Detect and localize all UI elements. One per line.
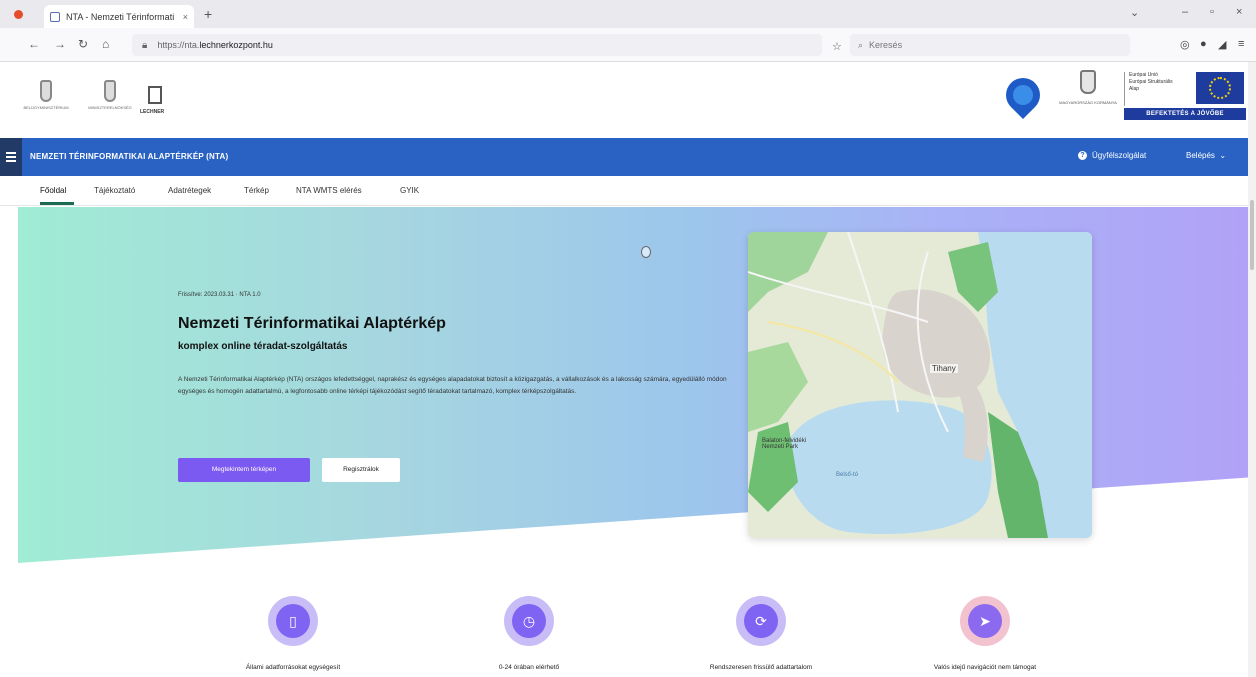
hu-gov-caption: MAGYARORSZÁG KORMÁNYA bbox=[1059, 100, 1117, 105]
lechner-logo-caption: LECHNER bbox=[140, 109, 165, 115]
feature-item: ◷ 0-24 órában elérhető bbox=[414, 596, 644, 671]
browser-navbar: ← → ↻ ⌂ 🔒︎ https://nta.lechnerkozpont.hu… bbox=[0, 28, 1256, 62]
eu-text-line: Európai Unió bbox=[1129, 72, 1158, 78]
login-menu[interactable]: Belépés ⌄ bbox=[1186, 151, 1226, 160]
search-icon: ⌕ bbox=[858, 39, 864, 50]
feature-icon-circle: ➤ bbox=[960, 596, 1010, 646]
eu-text-line: Alap bbox=[1129, 86, 1140, 92]
ministry-logo-1[interactable]: BELÜGYMINISZTÉRIUM bbox=[16, 80, 76, 110]
feature-item: ➤ Valós idejű navigációt nem támogat bbox=[870, 596, 1100, 671]
feature-label: Állami adatforrásokat egységesít bbox=[245, 664, 341, 671]
map-city-label: Tihany bbox=[930, 364, 958, 373]
bookmark-star-icon[interactable]: ☆ bbox=[832, 40, 842, 53]
map-lake-label: Belső-tó bbox=[836, 472, 859, 478]
site-header: BELÜGYMINISZTÉRIUM MINISZTERELNÖKSÉG LEC… bbox=[0, 62, 1256, 138]
refresh-icon: ⟳ bbox=[744, 604, 778, 638]
feature-label: Rendszeresen frissülő adattartalom bbox=[709, 664, 813, 671]
feature-icon-circle: ▯ bbox=[268, 596, 318, 646]
tab-list-chevron-icon[interactable]: ⌄ bbox=[1130, 6, 1139, 19]
map-graphic bbox=[748, 232, 1092, 538]
help-icon: ? bbox=[1078, 151, 1087, 160]
tab-faq[interactable]: GYIK bbox=[400, 186, 419, 195]
url-text: https://nta.lechnerkozpont.hu bbox=[157, 40, 273, 50]
extension-icon[interactable]: ◢ bbox=[1218, 38, 1226, 51]
hero-subtitle: komplex online téradat-szolgáltatás bbox=[178, 341, 348, 352]
reload-icon[interactable]: ↻ bbox=[78, 37, 88, 51]
coat-of-arms-icon bbox=[104, 80, 116, 102]
lock-icon: 🔒︎ bbox=[142, 39, 148, 51]
active-tab-indicator bbox=[40, 202, 74, 205]
coat-of-arms-icon bbox=[1080, 70, 1096, 94]
menu-icon[interactable]: ≡ bbox=[1238, 38, 1244, 50]
help-label: Ügyfélszolgálat bbox=[1092, 151, 1147, 160]
page-scrollbar-thumb[interactable] bbox=[1250, 200, 1254, 270]
close-window-icon[interactable]: × bbox=[1236, 6, 1242, 18]
feature-icon-circle: ◷ bbox=[504, 596, 554, 646]
tab-info[interactable]: Tájékoztató bbox=[94, 186, 135, 195]
feature-item: ▯ Állami adatforrásokat egységesít bbox=[178, 596, 408, 671]
app-title[interactable]: NEMZETI TÉRINFORMATIKAI ALAPTÉRKÉP (NTA) bbox=[30, 152, 228, 161]
update-info: Frissítve: 2023.03.31 · NTA 1.0 bbox=[178, 292, 261, 298]
minimize-icon[interactable]: – bbox=[1182, 6, 1188, 18]
view-map-button[interactable]: Megtekintem térképen bbox=[178, 458, 310, 482]
hungarian-government-logo: MAGYARORSZÁG KORMÁNYA bbox=[1058, 70, 1118, 105]
book-icon: ▯ bbox=[276, 604, 310, 638]
hero-description: A Nemzeti Térinformatikai Alaptérkép (NT… bbox=[178, 376, 727, 395]
account-icon[interactable]: ● bbox=[1200, 38, 1207, 50]
pocket-icon[interactable]: ◎ bbox=[1180, 38, 1190, 51]
page-scrollbar[interactable] bbox=[1248, 62, 1256, 677]
browser-tab-title: NTA - Nemzeti Térinformati bbox=[66, 11, 175, 22]
eu-funding-logo: Európai Unió Európai Strukturális Alap B… bbox=[1124, 72, 1246, 122]
tab-close-icon[interactable]: × bbox=[183, 12, 188, 22]
eu-text-line: Európai Strukturális bbox=[1129, 79, 1173, 85]
browser-tab[interactable]: NTA - Nemzeti Térinformati × bbox=[44, 5, 194, 28]
page-tabs: Főoldal Tájékoztató Adatrétegek Térkép N… bbox=[0, 176, 1248, 206]
login-label: Belépés bbox=[1186, 151, 1215, 160]
hero-title: Nemzeti Térinformatikai Alaptérkép bbox=[178, 315, 446, 332]
chevron-down-icon: ⌄ bbox=[1217, 151, 1227, 160]
feature-icon-circle: ⟳ bbox=[736, 596, 786, 646]
browser-tabstrip: NTA - Nemzeti Térinformati × + ⌄ – ▫ × bbox=[0, 0, 1256, 28]
help-link[interactable]: ? Ügyfélszolgálat bbox=[1078, 151, 1146, 160]
lechner-logo-icon[interactable] bbox=[148, 86, 162, 104]
tab-home[interactable]: Főoldal bbox=[40, 186, 66, 195]
feature-label: 0-24 órában elérhető bbox=[498, 664, 560, 671]
favicon-icon bbox=[50, 11, 60, 22]
ministry-1-caption: BELÜGYMINISZTÉRIUM bbox=[23, 105, 69, 110]
eu-banner: BEFEKTETÉS A JÖVŐBE bbox=[1124, 108, 1246, 120]
feature-label: Valós idejű navigációt nem támogat bbox=[933, 664, 1037, 671]
search-input[interactable]: ⌕ Keresés bbox=[850, 34, 1130, 56]
clock-icon: ◷ bbox=[512, 604, 546, 638]
back-icon[interactable]: ← bbox=[28, 37, 40, 51]
map-park-label: Balaton-felvidéki Nemzeti Park bbox=[762, 438, 807, 450]
browser-logo-icon bbox=[14, 10, 23, 19]
map-preview[interactable]: Tihany Balaton-felvidéki Nemzeti Park Be… bbox=[748, 232, 1092, 538]
mouse-cursor-icon bbox=[641, 246, 651, 258]
eu-text: Európai Unió Európai Strukturális Alap bbox=[1124, 72, 1190, 106]
ministry-logo-2[interactable]: MINISZTERELNÖKSÉG bbox=[80, 80, 140, 110]
tab-data-layers[interactable]: Adatrétegek bbox=[168, 186, 211, 195]
new-tab-icon[interactable]: + bbox=[204, 6, 212, 22]
nta-location-pin-icon[interactable] bbox=[998, 70, 1048, 120]
hamburger-menu-icon[interactable] bbox=[0, 138, 22, 176]
address-bar[interactable]: 🔒︎ https://nta.lechnerkozpont.hu bbox=[132, 34, 822, 56]
feature-item: ⟳ Rendszeresen frissülő adattartalom bbox=[646, 596, 876, 671]
forward-icon[interactable]: → bbox=[54, 37, 66, 51]
ministry-2-caption: MINISZTERELNÖKSÉG bbox=[88, 105, 132, 110]
maximize-icon[interactable]: ▫ bbox=[1210, 6, 1214, 18]
search-placeholder: Keresés bbox=[869, 40, 903, 50]
eu-flag-icon bbox=[1196, 72, 1244, 104]
tab-map[interactable]: Térkép bbox=[244, 186, 269, 195]
tab-wmts[interactable]: NTA WMTS elérés bbox=[296, 186, 362, 195]
register-button[interactable]: Regisztrálok bbox=[322, 458, 400, 482]
app-bar: NEMZETI TÉRINFORMATIKAI ALAPTÉRKÉP (NTA)… bbox=[0, 138, 1248, 176]
home-icon[interactable]: ⌂ bbox=[102, 37, 109, 51]
coat-of-arms-icon bbox=[40, 80, 52, 102]
navigation-icon: ➤ bbox=[968, 604, 1002, 638]
